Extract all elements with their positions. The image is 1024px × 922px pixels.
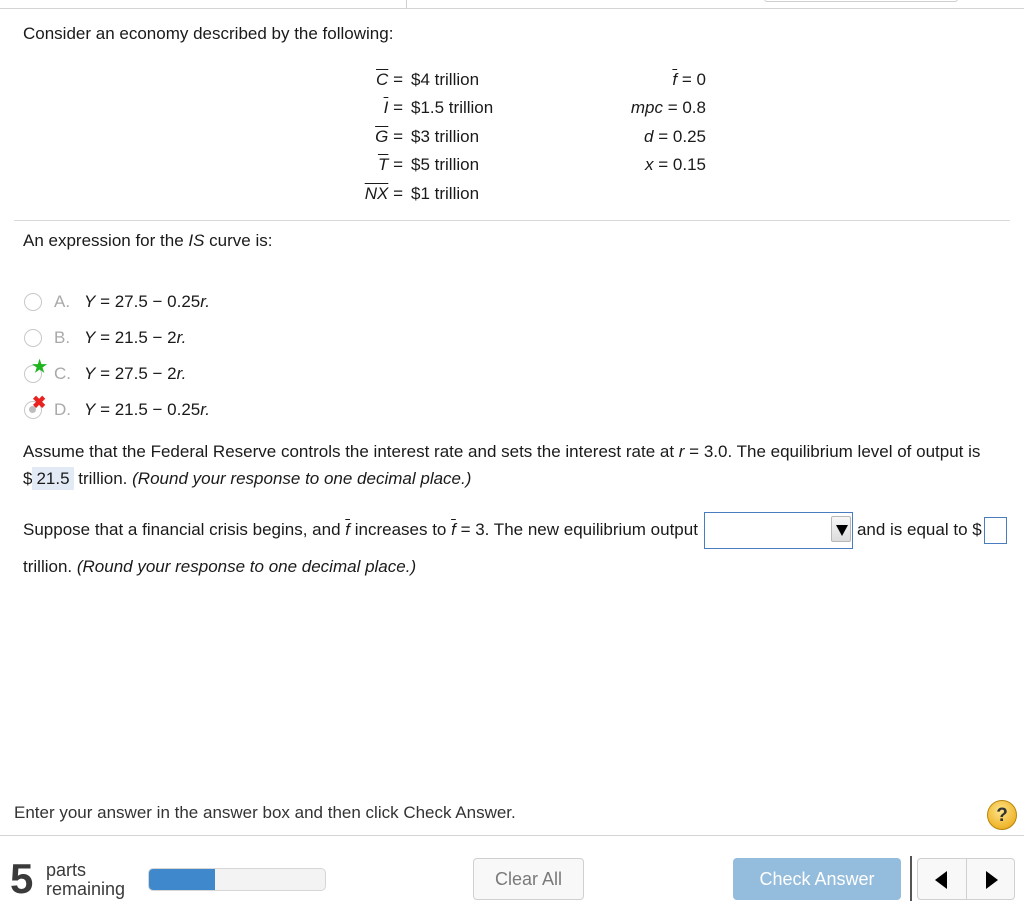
option-c[interactable]: ★ C. Y = 27.5 − 2r. — [24, 356, 210, 392]
given-symbol: I — [383, 98, 389, 117]
option-letter: C. — [54, 364, 71, 383]
part2-question: Assume that the Federal Reserve controls… — [23, 442, 981, 490]
option-d[interactable]: ✖ D. Y = 21.5 − 0.25r. — [24, 392, 210, 428]
top-divider — [406, 0, 407, 8]
incorrect-x-icon: ✖ — [32, 393, 47, 412]
given-value: $1.5 trillion — [411, 98, 494, 117]
option-letter: B. — [54, 328, 71, 347]
section-divider — [14, 220, 1010, 221]
previous-arrow-icon[interactable] — [918, 859, 966, 899]
given-symbol: NX — [364, 184, 389, 203]
parts-remaining-count: 5 — [10, 855, 34, 902]
param-row: f = 0 — [672, 70, 706, 89]
progress-bar — [148, 868, 326, 891]
instruction-text: Enter your answer in the answer box and … — [14, 803, 516, 822]
part3-question: Suppose that a financial crisis begins, … — [23, 512, 1013, 585]
option-letter: A. — [54, 292, 71, 311]
param-symbol: f — [672, 70, 678, 89]
new-output-input[interactable] — [983, 517, 1007, 545]
given-symbol: T — [377, 155, 389, 174]
param-row: d = 0.25 — [644, 127, 706, 146]
question-nav — [917, 858, 1015, 900]
progress-fill — [149, 869, 215, 890]
option-b[interactable]: B. Y = 21.5 − 2r. — [24, 320, 210, 356]
radio-button[interactable] — [24, 329, 42, 347]
equilibrium-output-answer: 21.5 — [32, 467, 74, 490]
help-question-icon[interactable]: ? — [987, 800, 1017, 830]
correct-star-icon: ★ — [32, 357, 48, 376]
radio-button[interactable] — [24, 293, 42, 311]
next-arrow-icon[interactable] — [965, 859, 1015, 899]
param-symbol: x — [645, 155, 654, 174]
given-value: $1 trillion — [411, 184, 480, 203]
given-value: $4 trillion — [411, 70, 480, 89]
dropdown-arrow-icon[interactable] — [830, 516, 851, 543]
top-tab[interactable] — [764, 0, 958, 2]
intro-text: Consider an economy described by the fol… — [23, 24, 394, 43]
param-row: x = 0.15 — [645, 155, 706, 174]
answer-options: A. Y = 27.5 − 0.25r. B. Y = 21.5 − 2r. ★… — [24, 284, 210, 428]
button-separator — [910, 856, 912, 901]
given-value: $5 trillion — [411, 155, 480, 174]
param-row: mpc = 0.8 — [630, 98, 706, 117]
given-symbol: C — [376, 70, 389, 89]
check-answer-button[interactable]: Check Answer — [733, 858, 901, 900]
option-letter: D. — [54, 400, 71, 419]
footer-divider — [0, 835, 1024, 836]
given-symbol: G — [375, 127, 389, 146]
parts-label: parts — [46, 860, 87, 880]
remaining-label: remaining — [46, 879, 126, 899]
param-symbol: mpc — [630, 98, 663, 117]
option-expression: Y = 21.5 − 0.25r. — [84, 400, 211, 419]
clear-all-button[interactable]: Clear All — [473, 858, 584, 900]
top-bar — [0, 0, 1024, 9]
rounding-hint: (Round your response to one decimal plac… — [76, 557, 417, 577]
question-text: An expression for the IS curve is: — [23, 231, 273, 250]
output-change-dropdown[interactable] — [703, 512, 853, 550]
option-a[interactable]: A. Y = 27.5 − 0.25r. — [24, 284, 210, 320]
param-symbol: d — [644, 127, 654, 146]
option-expression: Y = 27.5 − 2r. — [84, 364, 187, 383]
rounding-hint: (Round your response to one decimal plac… — [132, 469, 472, 488]
given-value: $3 trillion — [411, 127, 480, 146]
option-expression: Y = 27.5 − 0.25r. — [84, 292, 211, 311]
option-expression: Y = 21.5 − 2r. — [84, 328, 187, 347]
